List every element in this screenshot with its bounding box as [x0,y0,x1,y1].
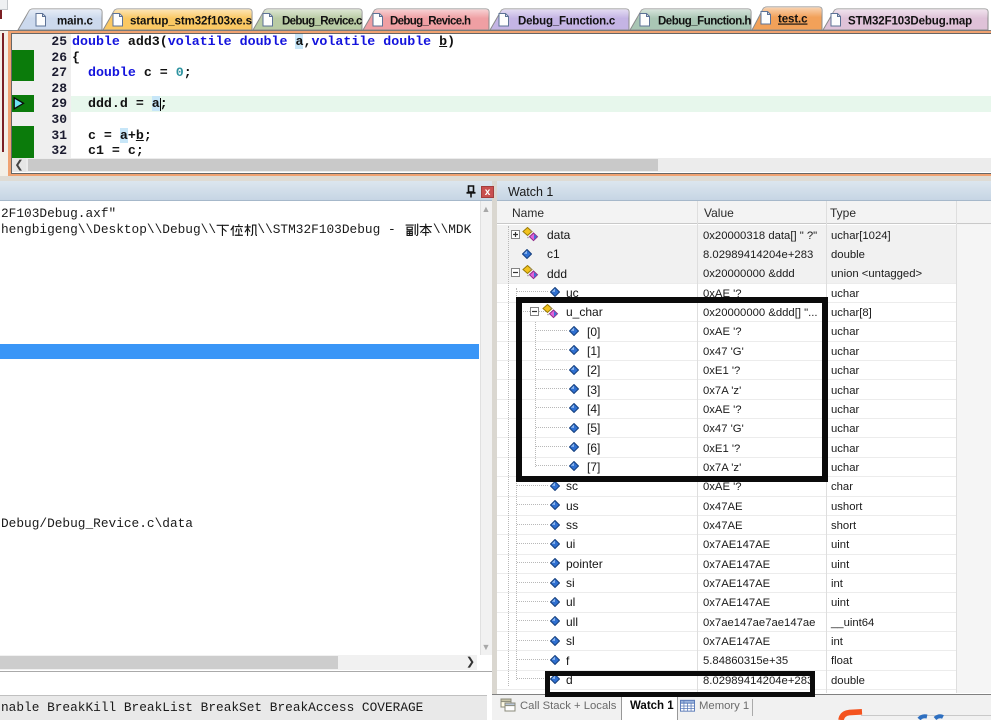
svg-text:STM32F103Debug.map: STM32F103Debug.map [848,16,972,28]
svg-text:Debug_Function.h: Debug_Function.h [658,16,751,28]
svg-text:startup_stm32f103xe.s: startup_stm32f103xe.s [130,16,252,28]
svg-text:Debug_Revice.c: Debug_Revice.c [282,16,363,28]
svg-text:Debug_Revice.h: Debug_Revice.h [390,16,471,28]
svg-text:Debug_Function.c: Debug_Function.c [518,16,616,28]
svg-text:test.c: test.c [778,14,808,26]
svg-text:main.c: main.c [57,16,94,28]
